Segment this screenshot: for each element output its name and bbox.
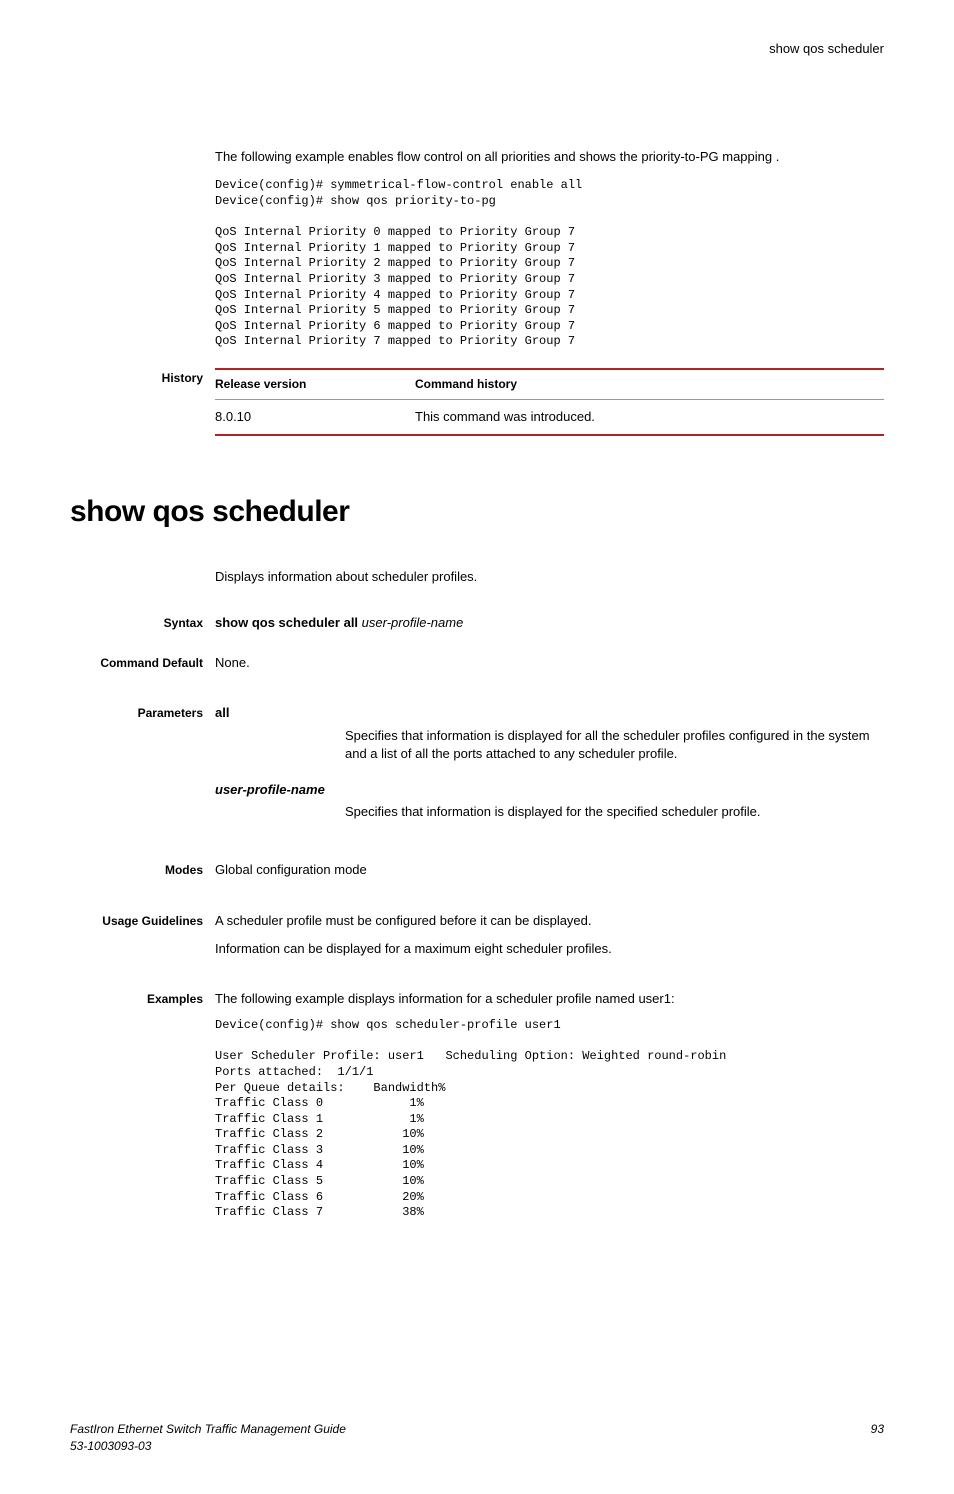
param-name-all: all <box>215 704 884 722</box>
usage-line1: A scheduler profile must be configured b… <box>215 912 884 930</box>
history-label: History <box>70 370 215 436</box>
command-description: Displays information about scheduler pro… <box>215 568 884 586</box>
modes-label: Modes <box>70 861 215 879</box>
footer-title: FastIron Ethernet Switch Traffic Managem… <box>70 1421 346 1438</box>
prev-example-code: Device(config)# symmetrical-flow-control… <box>215 178 884 350</box>
examples-intro: The following example displays informati… <box>215 990 884 1008</box>
history-release: 8.0.10 <box>215 399 415 435</box>
param-name-user-profile: user-profile-name <box>215 781 884 799</box>
examples-label: Examples <box>70 990 215 1008</box>
syntax-bold: show qos scheduler all <box>215 615 358 630</box>
page-footer: FastIron Ethernet Switch Traffic Managem… <box>70 1411 884 1455</box>
command-title: show qos scheduler <box>70 491 884 533</box>
footer-page: 93 <box>871 1421 884 1455</box>
examples-code: Device(config)# show qos scheduler-profi… <box>215 1018 884 1221</box>
history-command: This command was introduced. <box>415 399 884 435</box>
param-desc-all: Specifies that information is displayed … <box>345 727 884 763</box>
command-default-label: Command Default <box>70 654 215 672</box>
usage-label: Usage Guidelines <box>70 912 215 930</box>
command-default-value: None. <box>215 654 884 672</box>
syntax-label: Syntax <box>70 614 215 632</box>
syntax-italic: user-profile-name <box>362 615 464 630</box>
page-header-topic: show qos scheduler <box>70 40 884 58</box>
modes-value: Global configuration mode <box>215 861 884 879</box>
param-desc-user-profile: Specifies that information is displayed … <box>345 803 884 821</box>
usage-line2: Information can be displayed for a maxim… <box>215 940 884 958</box>
history-header-release: Release version <box>215 369 415 399</box>
parameters-label: Parameters <box>70 704 215 722</box>
history-header-command: Command history <box>415 369 884 399</box>
prev-example-intro: The following example enables flow contr… <box>215 148 884 166</box>
history-table: Release version Command history 8.0.10 T… <box>215 368 884 436</box>
footer-docnum: 53-1003093-03 <box>70 1438 346 1455</box>
table-row: 8.0.10 This command was introduced. <box>215 399 884 435</box>
